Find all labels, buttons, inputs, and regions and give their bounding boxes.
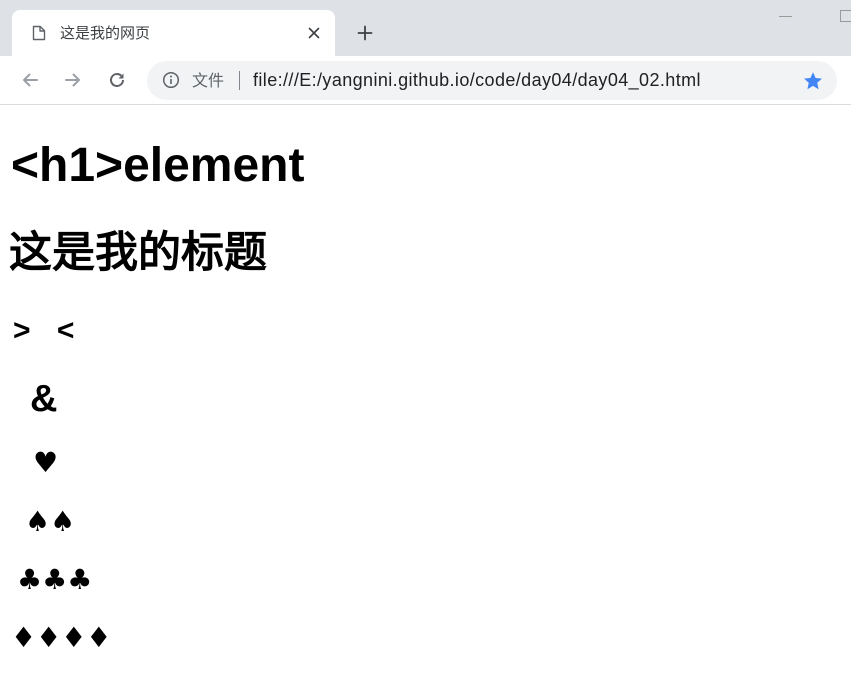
- tab-strip: 这是我的网页: [0, 0, 851, 56]
- maximize-button[interactable]: [836, 6, 851, 25]
- url-text[interactable]: file:///E:/yangnini.github.io/code/day04…: [253, 61, 701, 100]
- ampersand-entity: &: [30, 378, 58, 420]
- element-heading: <h1>element: [11, 139, 305, 192]
- forward-button[interactable]: [64, 71, 82, 89]
- diamonds-line: ♦♦♦♦: [11, 621, 112, 654]
- tab-title: 这是我的网页: [60, 24, 151, 42]
- tab-active[interactable]: 这是我的网页: [12, 10, 335, 56]
- back-arrow-icon: [23, 73, 38, 87]
- bookmark-button[interactable]: [803, 71, 823, 91]
- page-icon: [32, 25, 46, 41]
- reload-button[interactable]: [108, 71, 126, 89]
- address-bar[interactable]: 文件 file:///E:/yangnini.github.io/code/da…: [147, 61, 837, 100]
- gt-lt-entities: > <: [13, 314, 75, 347]
- plus-icon: [357, 25, 373, 41]
- scheme-separator: [239, 71, 240, 90]
- scheme-label: 文件: [192, 71, 225, 90]
- clubs-line: ♣♣♣: [17, 563, 93, 596]
- minimize-button[interactable]: [776, 8, 795, 24]
- info-icon: [162, 71, 180, 89]
- hearts-line: ♥: [33, 446, 59, 479]
- toolbar: 文件 file:///E:/yangnini.github.io/code/da…: [0, 56, 851, 105]
- spades-line: ♠♠: [25, 505, 76, 538]
- star-icon: [804, 72, 822, 90]
- maximize-icon: [840, 10, 851, 22]
- minimize-icon: [779, 16, 792, 17]
- forward-arrow-icon: [65, 73, 80, 87]
- new-tab-button[interactable]: [357, 25, 373, 41]
- reload-icon: [110, 73, 124, 87]
- close-icon: [308, 27, 320, 39]
- tab-close-button[interactable]: [307, 26, 321, 40]
- site-info-button[interactable]: [162, 71, 180, 89]
- back-button[interactable]: [21, 71, 39, 89]
- page-title-heading: 这是我的标题: [9, 228, 267, 278]
